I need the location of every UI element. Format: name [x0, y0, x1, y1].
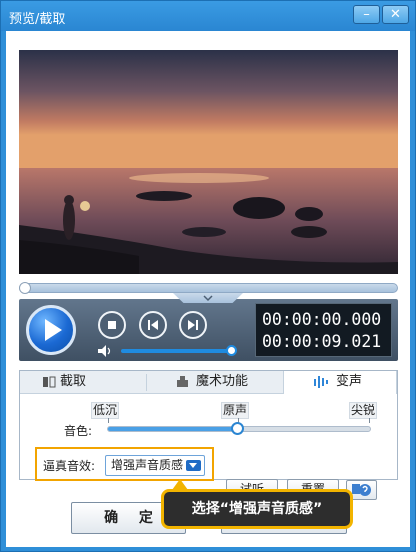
playback-controls: 00:00:00.000 00:00:09.021	[19, 293, 398, 361]
previous-frame-icon	[148, 320, 158, 330]
pitch-slider-fill	[108, 427, 238, 431]
video-preview[interactable]	[19, 50, 398, 274]
realistic-effect-value: 增强声音质感	[111, 458, 184, 472]
volume-slider[interactable]	[121, 345, 237, 356]
total-time: 00:00:09.021	[262, 332, 382, 351]
next-frame-button[interactable]	[179, 311, 207, 339]
expand-handle[interactable]	[173, 293, 243, 303]
voice-wave-icon	[314, 376, 328, 388]
current-time: 00:00:00.000	[262, 310, 382, 329]
pitch-mid-label: 原声	[221, 402, 250, 419]
realistic-effect-select[interactable]: 增强声音质感	[105, 455, 205, 476]
pitch-high-label: 尖锐	[349, 402, 378, 419]
tab-crop-label: 截取	[60, 374, 87, 389]
sunset-beach-frame	[19, 50, 398, 274]
crop-icon	[43, 376, 56, 388]
time-display: 00:00:00.000 00:00:09.021	[255, 303, 392, 357]
tab-crop[interactable]: 截取	[43, 371, 87, 394]
pitch-tick-high	[369, 418, 370, 423]
pitch-tick-low	[108, 418, 109, 423]
pitch-label: 音色:	[64, 424, 93, 438]
realistic-effect-label: 逼真音效:	[43, 459, 96, 473]
tab-magic-label: 魔术功能	[196, 374, 249, 389]
play-button[interactable]	[26, 305, 76, 355]
magic-icon	[177, 376, 188, 387]
pitch-low-label: 低沉	[91, 402, 120, 419]
pitch-slider-thumb[interactable]	[231, 422, 244, 435]
minimize-icon: –	[363, 7, 370, 22]
volume-thumb[interactable]	[226, 345, 237, 356]
chevron-down-icon	[186, 460, 201, 471]
pitch-slider[interactable]	[107, 422, 371, 435]
next-frame-icon	[188, 320, 198, 330]
tab-voice-change[interactable]: 变声	[283, 371, 397, 394]
tab-magic[interactable]: 魔术功能	[177, 371, 249, 394]
previous-frame-button[interactable]	[139, 311, 167, 339]
title-bar[interactable]: 预览/截取 – ✕	[1, 1, 415, 31]
dialog-body: 00:00:00.000 00:00:09.021 截取 魔术功能 变声 低沉 …	[6, 31, 410, 547]
window-title: 预览/截取	[9, 12, 66, 27]
timeline-thumb[interactable]	[19, 282, 31, 294]
tab-strip: 截取 魔术功能 变声	[20, 371, 397, 394]
realistic-effect-highlight: 逼真音效: 增强声音质感	[35, 447, 214, 481]
tab-panel: 截取 魔术功能 变声 低沉 原声 尖锐 音色: 逼真音效: 增强声音质感	[19, 370, 398, 500]
preview-crop-window: 预览/截取 – ✕ 00:00:00.000 00:00:09.021 截取 魔…	[0, 0, 416, 552]
close-button[interactable]: ✕	[382, 5, 409, 24]
stop-button[interactable]	[98, 311, 126, 339]
stop-icon	[108, 321, 116, 329]
minimize-button[interactable]: –	[353, 5, 380, 24]
timeline-slider[interactable]	[19, 282, 398, 294]
play-icon	[45, 319, 62, 341]
tab-voice-label: 变声	[336, 374, 363, 389]
close-icon: ✕	[390, 7, 401, 22]
volume-icon[interactable]	[97, 345, 113, 357]
tab-divider	[146, 374, 147, 391]
guide-tooltip: 选择“增强声音质感”	[161, 489, 353, 529]
expand-chevron-icon	[203, 295, 213, 302]
